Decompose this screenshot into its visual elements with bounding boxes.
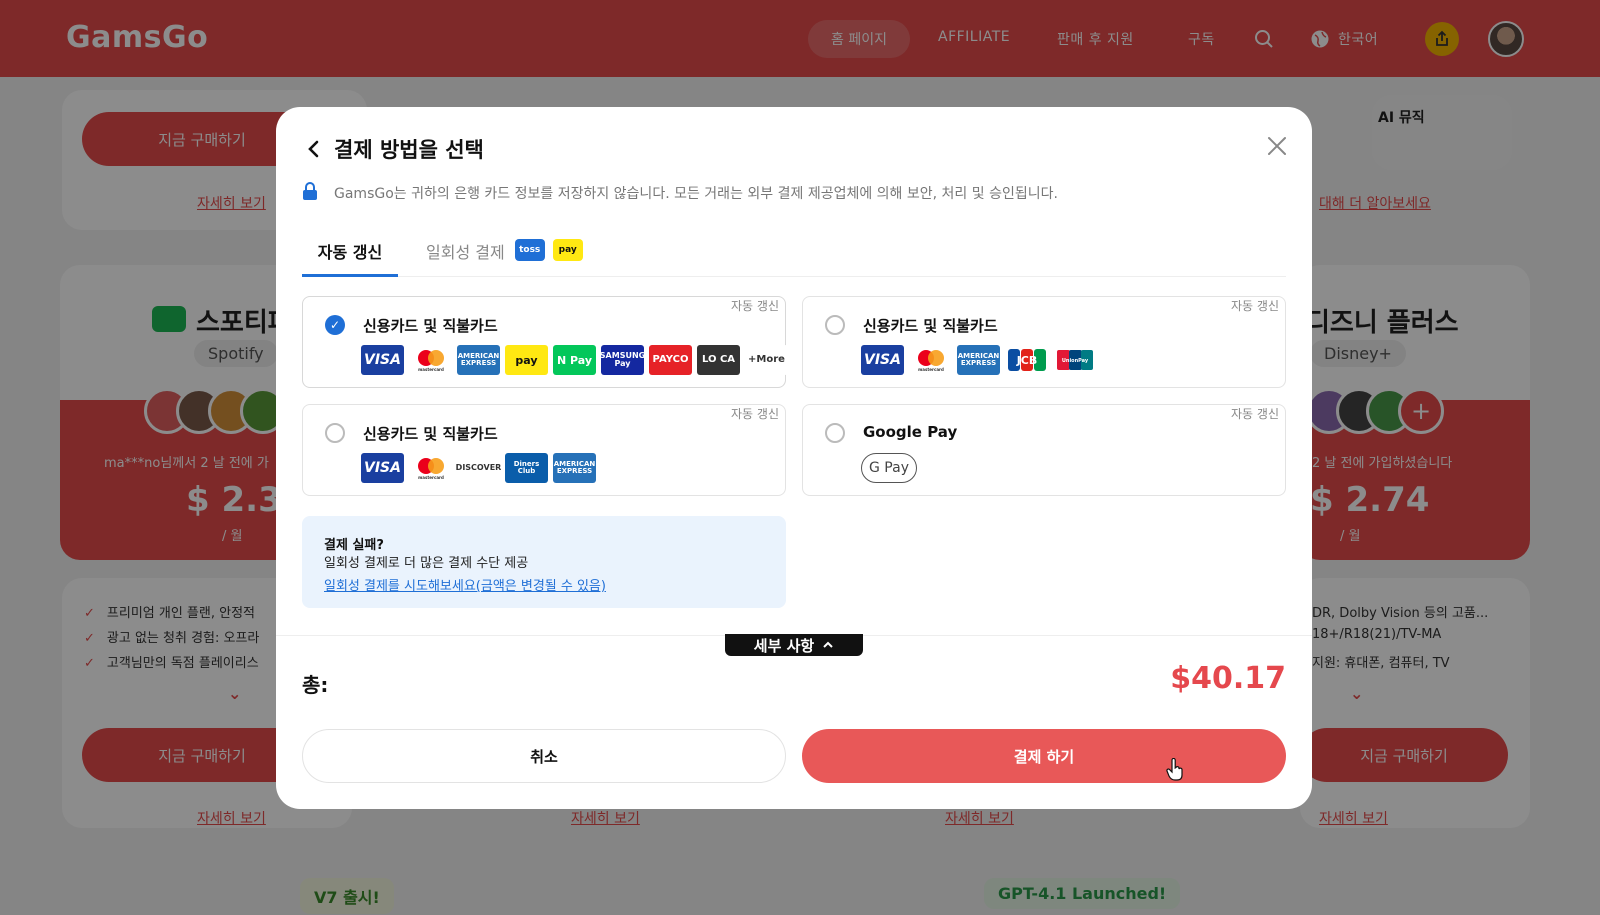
payment-method-modal: 결제 방법을 선택 GamsGo는 귀하의 은행 카드 정보를 저장하지 않습니… xyxy=(276,107,1312,809)
tab-label: 일회성 결제 xyxy=(426,243,505,262)
diners-club-logo: Diners Club xyxy=(505,453,548,483)
samsungpay-logo: SAMSUNG Pay xyxy=(600,345,645,375)
card-logos: VISA mastercard AMERICAN EXPRESS pay N P… xyxy=(361,345,788,375)
lock-icon xyxy=(303,182,317,200)
toss-logo: toss xyxy=(514,239,545,261)
card-logos: VISA mastercard DISCOVER Diners Club AME… xyxy=(361,453,596,483)
svg-text:JCB: JCB xyxy=(1015,354,1037,367)
kakaopay-logo: pay xyxy=(552,239,583,261)
jcb-icon: JCB xyxy=(1007,349,1046,371)
unionpay-icon: UnionPay xyxy=(1056,350,1093,370)
close-icon[interactable] xyxy=(1262,131,1292,161)
auto-renew-tag: 자동 갱신 xyxy=(1231,299,1279,313)
unionpay-logo: UnionPay xyxy=(1053,345,1096,375)
details-toggle-button[interactable]: 세부 사항 xyxy=(725,634,863,656)
payment-failed-notice: 결제 실패? 일회성 결제로 더 많은 결제 수단 제공 일회성 결제를 시도해… xyxy=(302,516,786,608)
payment-method-card-2[interactable]: 자동 갱신 신용카드 및 직불카드 VISA mastercard AMERIC… xyxy=(802,296,1286,388)
payment-method-card-google-pay[interactable]: 자동 갱신 Google Pay G Pay xyxy=(802,404,1286,496)
visa-logo: VISA xyxy=(861,345,904,375)
jcb-logo: JCB xyxy=(1005,345,1048,375)
chevron-up-icon xyxy=(823,641,833,648)
more-logos: +More xyxy=(745,345,788,375)
radio-selected[interactable]: ✓ xyxy=(325,315,345,335)
radio-unselected[interactable] xyxy=(825,315,845,335)
payment-tabs: 자동 갱신 일회성 결제 toss pay xyxy=(302,225,1286,277)
security-notice: GamsGo는 귀하의 은행 카드 정보를 저장하지 않습니다. 모든 거래는 … xyxy=(334,186,1058,202)
pay-button[interactable]: 결제 하기 xyxy=(802,729,1286,783)
payco-logo: PAYCO xyxy=(649,345,692,375)
kakaopay-logo: pay xyxy=(505,345,548,375)
amex-logo: AMERICAN EXPRESS xyxy=(957,345,1000,375)
mastercard-logo: mastercard xyxy=(909,345,952,375)
fail-description: 일회성 결제로 더 많은 결제 수단 제공 xyxy=(324,556,529,571)
try-one-time-payment-link[interactable]: 일회성 결제를 시도해보세요(금액은 변경될 수 있음) xyxy=(324,575,606,594)
mastercard-icon: mastercard xyxy=(417,458,444,480)
total-amount: $40.17 xyxy=(1170,661,1286,696)
payment-method-label: 신용카드 및 직불카드 xyxy=(363,425,498,443)
card-logos: VISA mastercard AMERICAN EXPRESS JCB Uni… xyxy=(861,345,1096,375)
total-label: 총: xyxy=(302,673,329,697)
visa-logo: VISA xyxy=(361,345,404,375)
amex-logo: AMERICAN EXPRESS xyxy=(457,345,500,375)
radio-unselected[interactable] xyxy=(325,423,345,443)
svg-text:UnionPay: UnionPay xyxy=(1061,358,1088,364)
hand-cursor-icon xyxy=(1166,758,1183,781)
fail-title: 결제 실패? xyxy=(324,538,384,553)
payment-method-card-1[interactable]: 자동 갱신 ✓ 신용카드 및 직불카드 VISA mastercard AMER… xyxy=(302,296,788,388)
back-arrow-icon[interactable] xyxy=(302,137,326,161)
payment-method-label: Google Pay xyxy=(863,423,958,441)
mastercard-logo: mastercard xyxy=(409,453,452,483)
auto-renew-tag: 자동 갱신 xyxy=(731,299,779,313)
payment-method-label: 신용카드 및 직불카드 xyxy=(863,317,998,335)
details-label: 세부 사항 xyxy=(753,636,815,655)
auto-renew-tag: 자동 갱신 xyxy=(731,407,779,421)
radio-unselected[interactable] xyxy=(825,423,845,443)
google-pay-logo: G Pay xyxy=(861,453,917,483)
auto-renew-tag: 자동 갱신 xyxy=(1231,407,1279,421)
svg-text:mastercard: mastercard xyxy=(418,367,444,372)
svg-text:mastercard: mastercard xyxy=(918,367,944,372)
cancel-button[interactable]: 취소 xyxy=(302,729,786,783)
mastercard-logo: mastercard xyxy=(409,345,452,375)
tab-one-time-payment[interactable]: 일회성 결제 toss pay xyxy=(426,225,583,277)
modal-title: 결제 방법을 선택 xyxy=(334,138,484,162)
naverpay-logo: N Pay xyxy=(553,345,596,375)
mastercard-icon: mastercard xyxy=(417,350,444,372)
loca-logo: LO CA xyxy=(697,345,740,375)
tab-auto-renew[interactable]: 자동 갱신 xyxy=(302,225,398,277)
discover-logo: DISCOVER xyxy=(456,453,501,483)
tab-label: 자동 갱신 xyxy=(317,243,383,262)
mastercard-icon: mastercard xyxy=(917,350,944,372)
visa-logo: VISA xyxy=(361,453,404,483)
payment-method-label: 신용카드 및 직불카드 xyxy=(363,317,498,335)
amex-logo: AMERICAN EXPRESS xyxy=(553,453,596,483)
payment-method-card-3[interactable]: 자동 갱신 신용카드 및 직불카드 VISA mastercard DISCOV… xyxy=(302,404,786,496)
svg-text:mastercard: mastercard xyxy=(418,475,444,480)
